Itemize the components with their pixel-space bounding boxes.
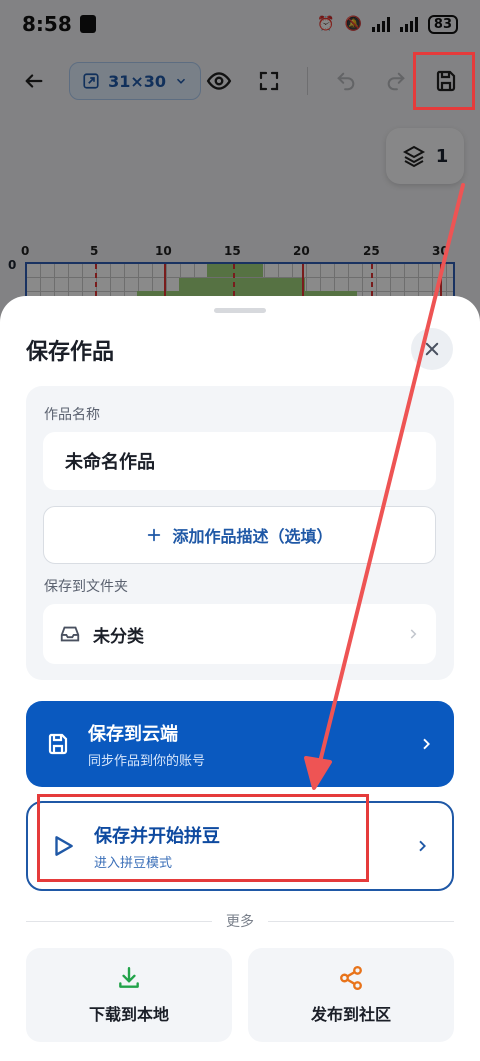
annotation-arrow: [304, 183, 465, 790]
